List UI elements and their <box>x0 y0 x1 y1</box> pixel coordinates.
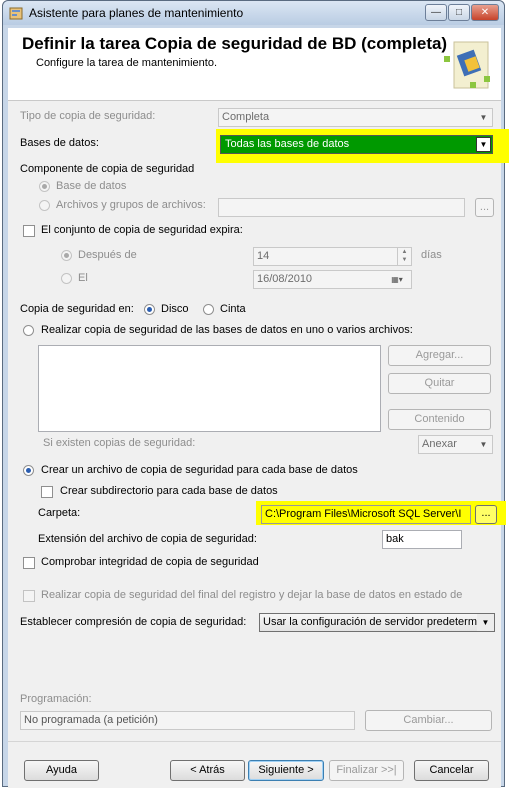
add-button[interactable]: Agregar... <box>388 345 491 366</box>
compression-value: Usar la configuración de servidor predet… <box>263 616 477 628</box>
subdirectory-checkbox[interactable] <box>41 486 53 498</box>
contents-button[interactable]: Contenido <box>388 409 491 430</box>
wizard-app-icon <box>9 7 23 20</box>
tape-radio[interactable] <box>203 304 214 315</box>
multi-files-radio[interactable] <box>23 325 34 336</box>
disk-radio[interactable] <box>144 304 155 315</box>
page-title: Definir la tarea Copia de seguridad de B… <box>22 34 448 53</box>
databases-value: Todas las bases de datos <box>225 138 350 150</box>
verify-label: Comprobar integridad de copia de segurid… <box>41 556 259 568</box>
expire-date-picker[interactable]: 16/08/2010 ▦▾ <box>253 270 412 289</box>
folder-label: Carpeta: <box>38 507 81 519</box>
expire-on-radio[interactable] <box>61 273 72 284</box>
tail-log-label: Realizar copia de seguridad del final de… <box>41 589 463 601</box>
remove-button[interactable]: Quitar <box>388 373 491 394</box>
backup-type-select[interactable]: Completa ▼ <box>218 108 493 127</box>
back-button[interactable]: < Atrás <box>170 760 245 781</box>
change-schedule-button[interactable]: Cambiar... <box>365 710 492 731</box>
backup-files-list[interactable] <box>38 345 381 432</box>
expire-after-label: Después de <box>78 249 137 261</box>
expire-after-radio[interactable] <box>61 250 72 261</box>
files-browse-button[interactable]: ... <box>475 198 494 217</box>
compression-label: Establecer compresión de copia de seguri… <box>20 616 247 628</box>
files-field[interactable] <box>218 198 465 217</box>
if-exists-label: Si existen copias de seguridad: <box>43 437 196 449</box>
calendar-icon: ▦▾ <box>391 275 403 284</box>
databases-select[interactable]: Todas las bases de datos ▼ <box>220 135 493 154</box>
disk-label: Disco <box>161 303 189 315</box>
extension-label: Extensión del archivo de copia de seguri… <box>38 533 257 545</box>
component-files-radio[interactable] <box>39 200 50 211</box>
wizard-graphic-icon <box>444 41 490 89</box>
expire-date-value: 16/08/2010 <box>257 273 313 285</box>
wizard-window: Asistente para planes de mantenimiento —… <box>2 0 509 788</box>
expire-checkbox[interactable] <box>23 225 35 237</box>
finish-button[interactable]: Finalizar >>| <box>329 760 404 781</box>
chevron-down-icon: ▼ <box>477 614 494 631</box>
title-bar[interactable]: Asistente para planes de mantenimiento —… <box>3 1 504 25</box>
multi-files-label: Realizar copia de seguridad de las bases… <box>41 324 413 336</box>
chevron-down-icon: ▼ <box>476 137 491 152</box>
backup-to-label: Copia de seguridad en: <box>20 303 134 315</box>
backup-type-value: Completa <box>222 111 270 123</box>
backup-type-label: Tipo de copia de seguridad: <box>20 110 156 122</box>
task-settings-panel: Tipo de copia de seguridad: Completa ▼ B… <box>8 101 509 741</box>
per-database-radio[interactable] <box>23 465 34 476</box>
page-subtitle: Configure la tarea de mantenimiento. <box>36 57 217 69</box>
tape-label: Cinta <box>220 303 246 315</box>
help-button[interactable]: Ayuda <box>24 760 99 781</box>
component-label: Componente de copia de seguridad <box>20 163 195 175</box>
expire-on-label: El <box>78 272 88 284</box>
verify-checkbox[interactable] <box>23 557 35 569</box>
schedule-label: Programación: <box>20 693 92 705</box>
expire-days-value: 14 <box>257 250 270 262</box>
if-exists-select[interactable]: Anexar ▼ <box>418 435 493 454</box>
next-button[interactable]: Siguiente > <box>248 760 324 781</box>
subdirectory-label: Crear subdirectorio para cada base de da… <box>60 485 278 497</box>
chevron-down-icon: ▼ <box>479 113 488 122</box>
if-exists-value: Anexar <box>422 438 457 450</box>
schedule-field[interactable]: No programada (a petición) <box>20 711 355 730</box>
compression-select[interactable]: Usar la configuración de servidor predet… <box>259 613 495 632</box>
cancel-button[interactable]: Cancelar <box>414 760 489 781</box>
expire-days-spinner[interactable]: 14 ▲ ▼ <box>253 247 412 266</box>
component-files-label: Archivos y grupos de archivos: <box>56 199 206 211</box>
days-label: días <box>421 249 442 261</box>
tail-log-checkbox[interactable] <box>23 590 35 602</box>
per-database-label: Crear un archivo de copia de seguridad p… <box>41 464 358 476</box>
component-database-radio[interactable] <box>39 181 50 192</box>
folder-browse-button[interactable]: ... <box>475 505 497 524</box>
expire-label: El conjunto de copia de seguridad expira… <box>41 224 243 236</box>
window-title: Asistente para planes de mantenimiento <box>29 6 244 20</box>
databases-label: Bases de datos: <box>20 137 99 149</box>
component-database-label: Base de datos <box>56 180 127 192</box>
wizard-footer: Ayuda < Atrás Siguiente > Finalizar >>| … <box>8 741 501 788</box>
folder-field[interactable]: C:\Program Files\Microsoft SQL Server\I <box>261 505 471 524</box>
wizard-header: Definir la tarea Copia de seguridad de B… <box>8 28 501 101</box>
close-button[interactable]: ✕ <box>471 4 499 21</box>
extension-field[interactable]: bak <box>382 530 462 549</box>
maximize-button[interactable]: □ <box>448 4 470 21</box>
chevron-down-icon: ▼ <box>479 440 488 449</box>
minimize-button[interactable]: — <box>425 4 447 21</box>
spin-arrows-icon: ▲ ▼ <box>397 248 411 265</box>
